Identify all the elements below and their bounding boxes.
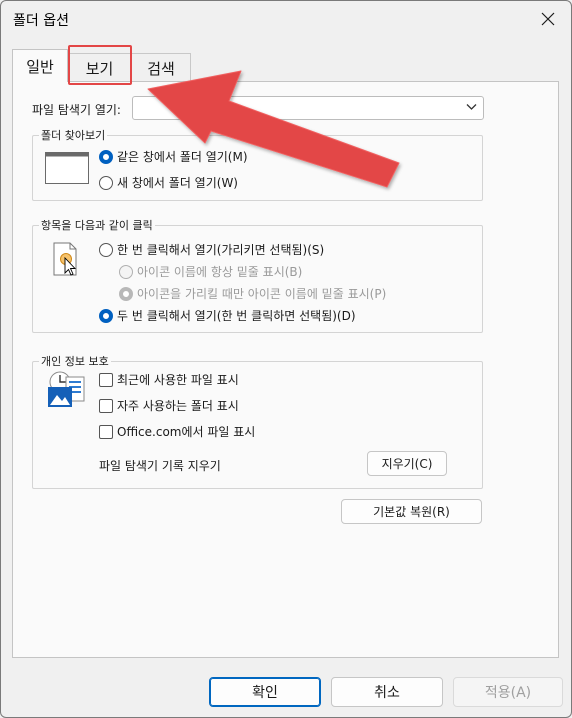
privacy-title: 개인 정보 보호: [39, 353, 111, 369]
radio-new-window[interactable]: 새 창에서 폴더 열기(W): [99, 174, 238, 191]
radio-underline-always-label: 아이콘 이름에 항상 밑줄 표시(B): [137, 265, 303, 279]
restore-defaults-label: 기본값 복원(R): [373, 505, 450, 519]
radio-same-window-label: 같은 창에서 폴더 열기(M): [117, 150, 248, 164]
tab-general-label: 일반: [26, 57, 54, 76]
checkbox-recent-files[interactable]: 최근에 사용한 파일 표시: [99, 371, 239, 388]
radio-double-click[interactable]: 두 번 클릭해서 열기(한 번 클릭하면 선택됨)(D): [99, 307, 356, 324]
open-explorer-select[interactable]: [132, 96, 484, 120]
click-items-title: 항목을 다음과 같이 클릭: [39, 217, 155, 233]
radio-new-window-label: 새 창에서 폴더 열기(W): [117, 176, 238, 190]
radio-double-click-indicator[interactable]: [99, 308, 113, 323]
tab-search-label: 검색: [147, 59, 175, 78]
open-explorer-label: 파일 탐색기 열기:: [32, 103, 121, 117]
apply-button[interactable]: 적용(A): [453, 677, 563, 707]
radio-single-click-label: 한 번 클릭해서 열기(가리키면 선택됨)(S): [117, 243, 325, 257]
ok-button[interactable]: 확인: [209, 677, 321, 707]
checkbox-recent-files-label: 최근에 사용한 파일 표시: [117, 373, 239, 387]
radio-underline-always[interactable]: 아이콘 이름에 항상 밑줄 표시(B): [119, 263, 302, 280]
checkbox-recent-files-box[interactable]: [99, 372, 113, 387]
radio-same-window[interactable]: 같은 창에서 폴더 열기(M): [99, 148, 248, 165]
chevron-down-icon: [466, 104, 477, 110]
radio-underline-hover[interactable]: 아이콘을 가리킬 때만 아이콘 이름에 밑줄 표시(P): [119, 285, 386, 302]
document-click-icon: [53, 242, 77, 276]
window-preview-icon: [45, 152, 89, 184]
radio-single-click[interactable]: 한 번 클릭해서 열기(가리키면 선택됨)(S): [99, 241, 324, 258]
cancel-button-label: 취소: [374, 685, 400, 701]
cancel-button[interactable]: 취소: [331, 677, 443, 707]
close-button[interactable]: [531, 4, 565, 34]
apply-button-label: 적용(A): [484, 685, 532, 701]
clear-history-button-label: 지우기(C): [381, 457, 433, 471]
radio-underline-hover-indicator[interactable]: [119, 286, 133, 301]
tab-general[interactable]: 일반: [12, 49, 68, 82]
clear-history-label: 파일 탐색기 기록 지우기: [99, 459, 221, 473]
radio-same-window-indicator[interactable]: [99, 149, 113, 164]
title-bar: 폴더 옵션: [1, 1, 571, 39]
close-icon: [541, 12, 555, 26]
annotation-highlight-box: [68, 45, 132, 85]
checkbox-office-files-box[interactable]: [99, 424, 113, 439]
radio-underline-always-indicator[interactable]: [119, 264, 133, 279]
checkbox-frequent-folders[interactable]: 자주 사용하는 폴더 표시: [99, 397, 239, 414]
checkbox-frequent-folders-box[interactable]: [99, 398, 113, 413]
radio-underline-hover-label: 아이콘을 가리킬 때만 아이콘 이름에 밑줄 표시(P): [137, 287, 387, 301]
browse-folders-title: 폴더 찾아보기: [39, 127, 108, 143]
privacy-icon: [48, 371, 85, 407]
clear-history-button[interactable]: 지우기(C): [367, 451, 447, 476]
checkbox-office-files[interactable]: Office.com에서 파일 표시: [99, 423, 255, 440]
folder-options-dialog: 폴더 옵션 일반 보기 검색 파일 탐색기 열기: 폴더 찾아보기 같은 창에서…: [0, 0, 572, 718]
checkbox-office-files-label: Office.com에서 파일 표시: [117, 425, 256, 439]
ok-button-label: 확인: [252, 685, 278, 701]
checkbox-frequent-folders-label: 자주 사용하는 폴더 표시: [117, 399, 239, 413]
restore-defaults-button[interactable]: 기본값 복원(R): [341, 499, 482, 524]
browse-folders-group: 폴더 찾아보기: [32, 127, 483, 201]
radio-double-click-label: 두 번 클릭해서 열기(한 번 클릭하면 선택됨)(D): [117, 309, 356, 323]
radio-single-click-indicator[interactable]: [99, 242, 113, 257]
tab-search[interactable]: 검색: [131, 53, 191, 82]
radio-new-window-indicator[interactable]: [99, 175, 113, 190]
window-title: 폴더 옵션: [13, 13, 69, 29]
